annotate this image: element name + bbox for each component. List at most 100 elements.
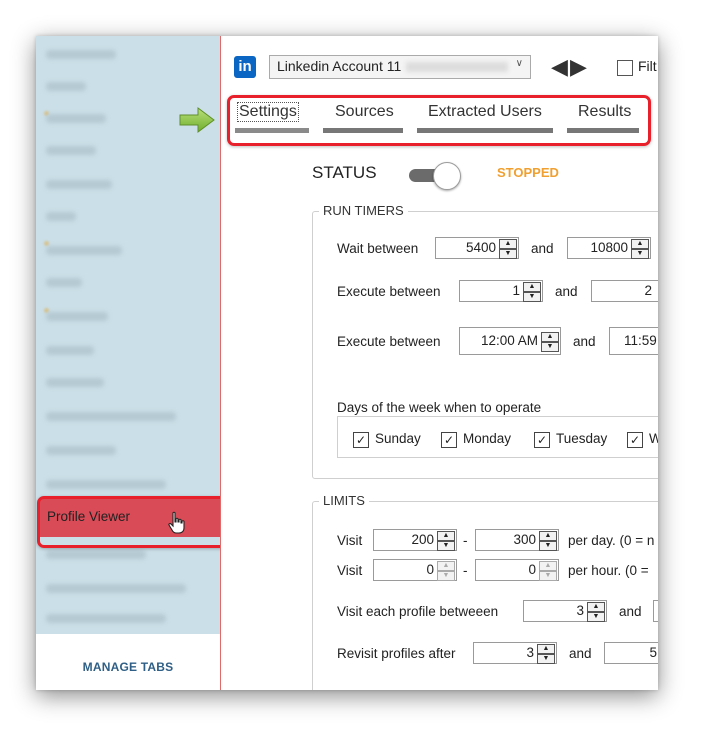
days-of-week-label: Days of the week when to operate (337, 400, 542, 415)
stepper-up-icon[interactable]: ▲ (499, 239, 517, 249)
day-checkbox-wednesday[interactable]: ✓ (627, 432, 643, 448)
stepper-up-icon[interactable]: ▲ (537, 644, 555, 654)
sidebar-item-blurred[interactable] (46, 446, 116, 455)
revisit-max-stepper[interactable]: 5 (604, 642, 658, 664)
stepper-down-icon[interactable]: ▼ (437, 541, 455, 551)
visit-hour-max-value: 0 (528, 562, 536, 577)
visit-day-dash: - (463, 533, 468, 548)
execute-and-label: and (555, 284, 578, 299)
sidebar-item-blurred[interactable] (46, 212, 76, 221)
toggle-knob (433, 162, 461, 190)
sidebar: Profile Viewer MANAGE TABS (36, 36, 231, 690)
sidebar-item-blurred[interactable] (46, 584, 186, 593)
execute-time-end-picker[interactable]: 11:59 (609, 327, 658, 355)
execute-min-stepper[interactable]: 1 ▲ ▼ (459, 280, 543, 302)
main-panel: in Linkedin Account 11 ∨ ◀ ▶ Filt Settin… (220, 36, 658, 690)
revisit-max-value: 5 (649, 645, 657, 660)
sidebar-item-blurred[interactable] (46, 246, 122, 255)
stepper-up-icon[interactable]: ▲ (587, 602, 605, 612)
wait-min-stepper[interactable]: 5400 ▲ ▼ (435, 237, 519, 259)
day-label-tuesday: Tuesday (556, 431, 608, 446)
sidebar-item-blurred[interactable] (46, 114, 106, 123)
stepper-up-icon[interactable]: ▲ (437, 561, 455, 571)
wait-and-label: and (531, 241, 554, 256)
visit-day-min-stepper[interactable]: 200 ▲ ▼ (373, 529, 457, 551)
visit-hour-min-value: 0 (426, 562, 434, 577)
highlight-box-tabs (227, 95, 651, 146)
stepper-up-icon[interactable]: ▲ (631, 239, 649, 249)
execute-time-start-value: 12:00 AM (480, 333, 538, 348)
stepper-down-icon[interactable]: ▼ (499, 249, 517, 259)
execute-min-value: 1 (512, 283, 520, 298)
day-checkbox-monday[interactable]: ✓ (441, 432, 457, 448)
sidebar-item-blurred[interactable] (46, 50, 116, 59)
visit-hour-max-stepper[interactable]: 0 ▲ ▼ (475, 559, 559, 581)
wait-max-value: 10800 (590, 240, 628, 255)
each-profile-and-label: and (619, 604, 642, 619)
sidebar-item-blurred[interactable] (46, 312, 108, 321)
each-profile-max-stepper[interactable] (653, 600, 658, 622)
day-label-monday: Monday (463, 431, 512, 446)
execute-time-start-picker[interactable]: 12:00 AM ▲ ▼ (459, 327, 561, 355)
stepper-down-icon[interactable]: ▼ (587, 612, 605, 622)
status-toggle[interactable] (409, 162, 463, 190)
each-profile-min-stepper[interactable]: 3 ▲ ▼ (523, 600, 607, 622)
execute-max-stepper[interactable]: 2 (591, 280, 658, 302)
sidebar-item-blurred[interactable] (46, 346, 94, 355)
stepper-down-icon[interactable]: ▼ (631, 249, 649, 259)
wait-min-value: 5400 (465, 240, 496, 255)
visit-day-suffix: per day. (0 = n (568, 533, 655, 548)
stepper-down-icon[interactable]: ▼ (541, 342, 559, 352)
stepper-up-icon[interactable]: ▲ (437, 531, 455, 541)
stepper-down-icon[interactable]: ▼ (523, 292, 541, 302)
arrow-left-icon[interactable]: ◀ (551, 54, 568, 79)
day-label-wednesday: W (649, 431, 658, 446)
stepper-up-icon[interactable]: ▲ (541, 332, 559, 342)
wait-max-stepper[interactable]: 10800 ▲ ▼ (567, 237, 651, 259)
stepper-down-icon[interactable]: ▼ (539, 571, 557, 581)
status-value: STOPPED (497, 165, 559, 180)
each-profile-min-value: 3 (576, 603, 584, 618)
filter-checkbox[interactable] (617, 60, 633, 76)
manage-tabs-link[interactable]: MANAGE TABS (36, 660, 220, 674)
visit-hour-suffix: per hour. (0 = (568, 563, 649, 578)
sidebar-item-blurred[interactable] (46, 378, 104, 387)
visit-hour-min-stepper[interactable]: 0 ▲ ▼ (373, 559, 457, 581)
stepper-up-icon[interactable]: ▲ (539, 561, 557, 571)
revisit-label: Revisit profiles after (337, 646, 456, 661)
execute-between-label: Execute between (337, 284, 441, 299)
visit-hour-dash: - (463, 563, 468, 578)
sidebar-item-blurred[interactable] (46, 550, 146, 559)
sidebar-item-blurred[interactable] (46, 480, 166, 489)
day-label-sunday: Sunday (375, 431, 421, 446)
sidebar-item-blurred[interactable] (46, 614, 166, 623)
visit-day-max-value: 300 (513, 532, 536, 547)
revisit-and-label: and (569, 646, 592, 661)
visit-day-label: Visit (337, 533, 363, 548)
arrow-right-icon[interactable]: ▶ (570, 54, 587, 79)
chevron-down-icon: ∨ (515, 58, 523, 69)
status-label: STATUS (312, 163, 377, 182)
green-arrow-icon (179, 107, 215, 133)
stepper-up-icon[interactable]: ▲ (523, 282, 541, 292)
highlight-box-sidebar (37, 496, 231, 548)
visit-day-max-stepper[interactable]: 300 ▲ ▼ (475, 529, 559, 551)
sidebar-item-blurred[interactable] (46, 82, 86, 91)
run-timers-legend: RUN TIMERS (319, 203, 408, 218)
stepper-down-icon[interactable]: ▼ (537, 654, 555, 664)
sidebar-item-blurred[interactable] (46, 278, 82, 287)
stepper-down-icon[interactable]: ▼ (437, 571, 455, 581)
stepper-down-icon[interactable]: ▼ (539, 541, 557, 551)
stepper-up-icon[interactable]: ▲ (539, 531, 557, 541)
each-profile-label: Visit each profile betweeen (337, 604, 499, 619)
day-checkbox-sunday[interactable]: ✓ (353, 432, 369, 448)
account-select[interactable]: Linkedin Account 11 ∨ (269, 55, 531, 79)
sidebar-item-blurred[interactable] (46, 146, 96, 155)
visit-day-min-value: 200 (411, 532, 434, 547)
sidebar-item-blurred[interactable] (46, 180, 112, 189)
execute-time-end-value: 11:59 (624, 333, 657, 348)
day-checkbox-tuesday[interactable]: ✓ (534, 432, 550, 448)
sidebar-item-blurred[interactable] (46, 412, 176, 421)
revisit-min-stepper[interactable]: 3 ▲ ▼ (473, 642, 557, 664)
limits-legend: LIMITS (319, 493, 369, 508)
